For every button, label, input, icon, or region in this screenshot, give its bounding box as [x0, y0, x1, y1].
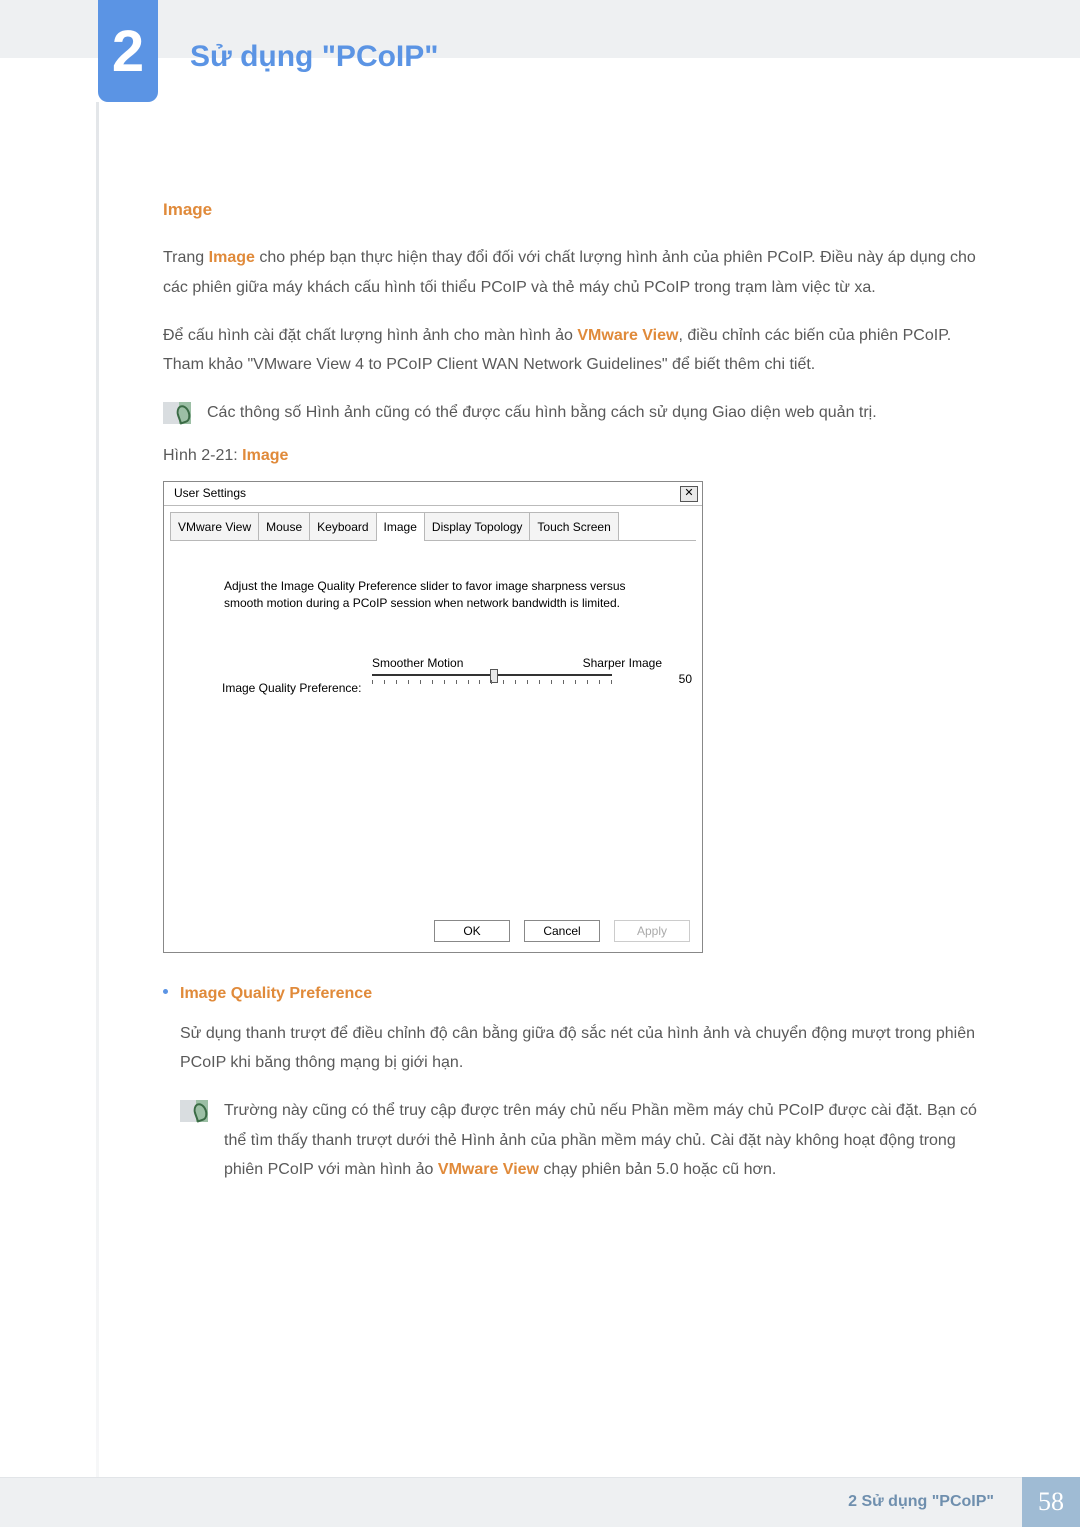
tab-keyboard[interactable]: Keyboard [309, 512, 376, 541]
bullet-icon [163, 989, 168, 994]
header-bar [0, 0, 1080, 58]
note-icon [180, 1100, 208, 1122]
cancel-button[interactable]: Cancel [524, 920, 600, 942]
apply-button[interactable]: Apply [614, 920, 690, 942]
page-number: 58 [1022, 1477, 1080, 1527]
paragraph: Để cấu hình cài đặt chất lượng hình ảnh … [163, 321, 983, 380]
user-settings-window: User Settings ✕ VMware ViewMouseKeyboard… [163, 481, 703, 953]
slider-row: Image Quality Preference: Smoother Motio… [222, 668, 674, 708]
footer-chapter-ref: 2 Sử dụng "PCoIP" [848, 1477, 1008, 1527]
titlebar: User Settings ✕ [164, 482, 702, 506]
note: Trường này cũng có thể truy cập được trê… [180, 1096, 983, 1185]
bullet-content: Image Quality Preference Sử dụng thanh t… [180, 979, 983, 1185]
text: chạy phiên bản 5.0 hoặc cũ hơn. [539, 1161, 776, 1178]
highlight-vmware: VMware View [577, 327, 678, 344]
paragraph: Sử dụng thanh trượt để điều chỉnh độ cân… [180, 1019, 983, 1078]
ok-button[interactable]: OK [434, 920, 510, 942]
figure-caption: Hình 2-21: Image [163, 441, 983, 471]
note-text: Các thông số Hình ảnh cũng có thể được c… [207, 398, 877, 428]
decorative-rule [96, 102, 99, 1477]
highlight-image: Image [242, 447, 288, 464]
footer: 2 Sử dụng "PCoIP" 58 [0, 1477, 1080, 1527]
slider-left-label: Smoother Motion [372, 652, 463, 674]
slider-area: Smoother Motion Sharper Image 50 [372, 668, 674, 708]
content-area: Image Trang Image cho phép bạn thực hiện… [163, 194, 983, 1197]
tab-image[interactable]: Image [376, 512, 425, 541]
tab-bar: VMware ViewMouseKeyboardImageDisplay Top… [164, 506, 702, 541]
tab-display-topology[interactable]: Display Topology [424, 512, 531, 541]
close-icon: ✕ [684, 488, 693, 499]
slider-right-label: Sharper Image [583, 652, 662, 674]
chapter-title: Sử dụng "PCoIP" [190, 40, 439, 74]
tab-content: Adjust the Image Quality Preference slid… [164, 542, 702, 912]
highlight-vmware: VMware View [438, 1161, 539, 1178]
window-title: User Settings [174, 482, 246, 504]
tab-vmware-view[interactable]: VMware View [170, 512, 259, 541]
bullet-item: Image Quality Preference Sử dụng thanh t… [163, 979, 983, 1185]
text: Trang [163, 249, 209, 266]
tab-touch-screen[interactable]: Touch Screen [529, 512, 618, 541]
close-button[interactable]: ✕ [680, 486, 698, 502]
slider-label: Image Quality Preference: [222, 677, 372, 699]
chapter-number-badge: 2 [98, 0, 158, 102]
tab-mouse[interactable]: Mouse [258, 512, 310, 541]
text: Hình 2-21: [163, 447, 242, 464]
note-icon [163, 402, 191, 424]
slider-ticks [372, 680, 612, 684]
text: Để cấu hình cài đặt chất lượng hình ảnh … [163, 327, 577, 344]
sub-title: Image Quality Preference [180, 979, 983, 1009]
description-text: Adjust the Image Quality Preference slid… [224, 578, 644, 612]
note-text: Trường này cũng có thể truy cập được trê… [224, 1096, 983, 1185]
slider-value: 50 [679, 668, 692, 690]
button-row: OK Cancel Apply [164, 912, 702, 952]
text: cho phép bạn thực hiện thay đổi đối với … [163, 249, 976, 296]
note: Các thông số Hình ảnh cũng có thể được c… [163, 398, 983, 428]
tab-border [170, 540, 696, 541]
highlight-image: Image [209, 249, 255, 266]
section-title: Image [163, 194, 983, 225]
paragraph: Trang Image cho phép bạn thực hiện thay … [163, 243, 983, 302]
